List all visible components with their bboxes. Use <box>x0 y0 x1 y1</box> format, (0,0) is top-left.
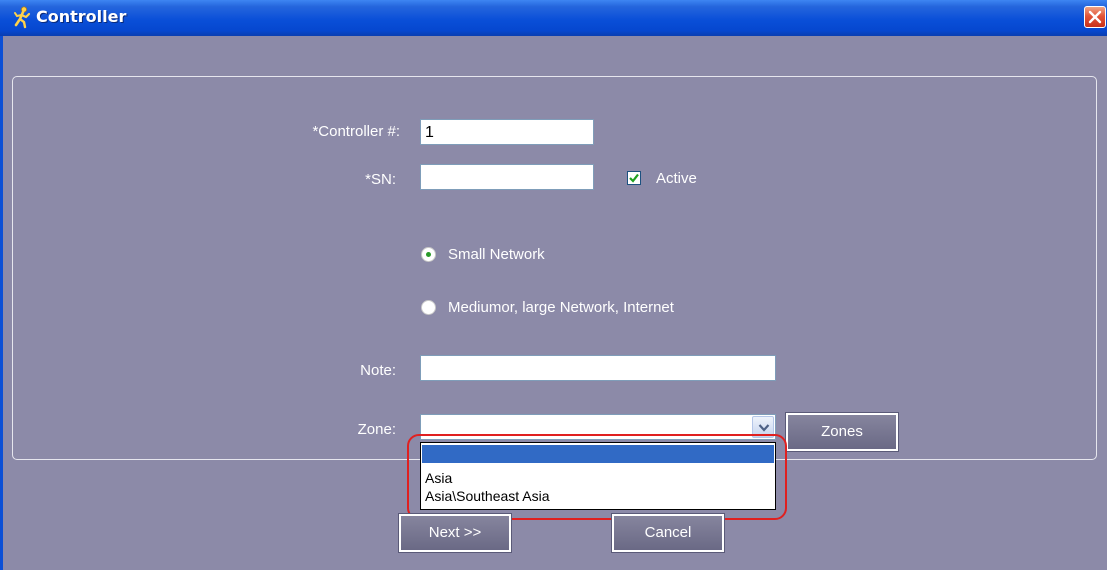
medium-large-network-radio[interactable] <box>421 300 436 315</box>
zone-option-asia[interactable]: Asia <box>422 469 774 487</box>
zones-button[interactable]: Zones <box>785 412 899 452</box>
close-button[interactable] <box>1084 6 1106 28</box>
sn-label: *SN: <box>365 171 396 188</box>
zone-combobox[interactable] <box>420 414 776 440</box>
active-label: Active <box>656 170 697 187</box>
runner-icon <box>10 5 34 29</box>
medium-large-network-label: Mediumor, large Network, Internet <box>448 299 674 316</box>
window-title: Controller <box>36 7 127 26</box>
small-network-label: Small Network <box>448 246 545 263</box>
zone-option-southeast-asia[interactable]: Asia\Southeast Asia <box>422 487 774 505</box>
sn-input[interactable] <box>420 164 594 190</box>
next-button[interactable]: Next >> <box>398 513 512 553</box>
zone-label: Zone: <box>357 421 396 438</box>
note-label: Note: <box>360 362 396 379</box>
title-bar[interactable]: Controller <box>0 0 1107 36</box>
cancel-button[interactable]: Cancel <box>611 513 725 553</box>
controller-number-input[interactable]: 1 <box>420 119 594 145</box>
radio-selected-dot <box>426 252 431 257</box>
controller-number-label: *Controller #: <box>312 123 400 140</box>
note-input[interactable] <box>420 355 776 381</box>
zone-option-blank[interactable] <box>422 445 774 463</box>
zone-dropdown-button[interactable] <box>752 416 774 438</box>
small-network-radio[interactable] <box>421 247 436 262</box>
zone-dropdown-list[interactable]: Asia Asia\Southeast Asia <box>420 442 776 510</box>
active-checkbox[interactable] <box>627 171 641 185</box>
